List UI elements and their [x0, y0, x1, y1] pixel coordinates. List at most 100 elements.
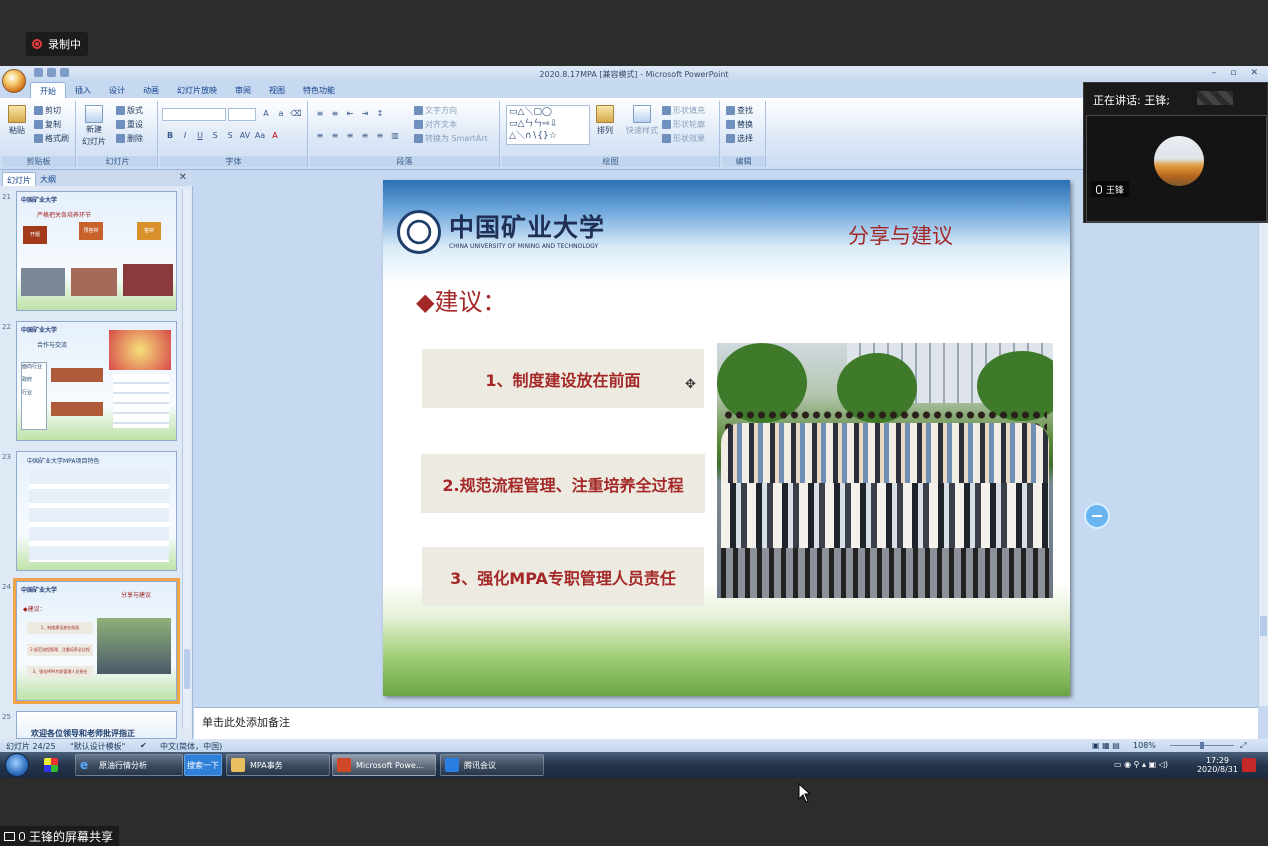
- underline-icon[interactable]: U: [194, 131, 206, 142]
- shapes-gallery[interactable]: ▭△＼▢◯ ▭△ㄣㄣ⇨⇩ △＼∩∖{}☆: [506, 105, 590, 145]
- grow-font-icon[interactable]: A: [260, 109, 272, 120]
- participant-video[interactable]: 王锋: [1086, 115, 1267, 222]
- point-box-2[interactable]: 2.规范流程管理、注重培养全过程: [421, 454, 705, 513]
- close-pane-icon[interactable]: ✕: [179, 172, 187, 183]
- align-text-button[interactable]: 对齐文本: [414, 119, 457, 130]
- point-box-1[interactable]: 1、制度建设放在前面: [422, 349, 704, 408]
- new-slide-button[interactable]: 新建 幻灯片: [82, 105, 106, 147]
- align-right-icon[interactable]: ≡: [344, 131, 356, 142]
- tab-insert[interactable]: 插入: [66, 82, 100, 98]
- find-button[interactable]: 查找: [726, 105, 753, 116]
- tab-design[interactable]: 设计: [100, 82, 134, 98]
- spellcheck-icon[interactable]: ✔: [140, 741, 147, 750]
- layout-button[interactable]: 版式: [116, 105, 143, 116]
- thumbnail-scrollbar[interactable]: [182, 189, 190, 729]
- text-direction-button[interactable]: 文字方向: [414, 105, 457, 116]
- slide-thumbnail-24[interactable]: 中国矿业大学 分享与建议 ◆建议： 1、制度建设放在前面 2.规范流程管理、注重…: [13, 578, 180, 704]
- line-spacing-icon[interactable]: ↕: [374, 109, 386, 120]
- slide-subtitle[interactable]: ◆建议：: [416, 282, 506, 317]
- taskbar-powerpoint[interactable]: Microsoft Powe...: [332, 754, 436, 776]
- recording-indicator[interactable]: 录制中: [26, 32, 88, 56]
- start-button[interactable]: [5, 753, 29, 777]
- app-launcher[interactable]: [40, 754, 68, 776]
- paste-button[interactable]: 粘贴: [8, 105, 26, 136]
- select-button[interactable]: 选择: [726, 133, 753, 144]
- shadow-icon[interactable]: S: [224, 131, 236, 142]
- shape-outline-button[interactable]: 形状轮廓: [662, 119, 705, 130]
- view-buttons[interactable]: ▣ ▦ ▤: [1092, 741, 1120, 750]
- clear-format-icon[interactable]: ⌫: [290, 109, 302, 120]
- bullets-icon[interactable]: ≡: [314, 109, 326, 120]
- tab-animation[interactable]: 动画: [134, 82, 168, 98]
- maximize-icon[interactable]: ▫: [1230, 68, 1236, 78]
- replace-button[interactable]: 替换: [726, 119, 753, 130]
- tab-outline-pane[interactable]: 大纲: [36, 172, 60, 186]
- tab-view[interactable]: 视图: [260, 82, 294, 98]
- shape-effects-button[interactable]: 形状效果: [662, 133, 705, 144]
- slide-thumbnail-22[interactable]: 中国矿业大学 合作与交流 面向行业 政府 行业: [16, 321, 177, 441]
- scroll-thumb[interactable]: [184, 649, 190, 689]
- decrease-indent-icon[interactable]: ⇤: [344, 109, 356, 120]
- tab-slideshow[interactable]: 幻灯片放映: [168, 82, 226, 98]
- char-spacing-icon[interactable]: AV: [239, 131, 251, 142]
- minimize-icon[interactable]: –: [1212, 68, 1217, 78]
- quick-styles-button[interactable]: 快速样式: [626, 105, 658, 136]
- copy-button[interactable]: 复制: [34, 119, 61, 130]
- floating-toolbar-button[interactable]: [1084, 503, 1110, 529]
- tab-home[interactable]: 开始: [30, 82, 66, 98]
- office-button[interactable]: [2, 69, 26, 93]
- format-painter-button[interactable]: 格式刷: [34, 133, 69, 144]
- shape-fill-button[interactable]: 形状填充: [662, 105, 705, 116]
- strikethrough-icon[interactable]: S: [209, 131, 221, 142]
- slide-title[interactable]: 分享与建议: [848, 220, 953, 250]
- thumb-box: 预答辩: [79, 222, 103, 240]
- font-name-input[interactable]: [162, 108, 226, 121]
- slide-thumbnail-23[interactable]: 中国矿业大学MPA项目特色: [16, 451, 177, 571]
- cut-button[interactable]: 剪切: [34, 105, 61, 116]
- notes-pane[interactable]: 单击此处添加备注: [194, 707, 1258, 739]
- arrange-button[interactable]: 排列: [596, 105, 614, 136]
- system-tray-icons[interactable]: ▭ ◉ ⚲ ▴ ▣ ◁): [1114, 760, 1168, 769]
- zoom-knob[interactable]: [1200, 742, 1204, 749]
- outline-icon: [662, 120, 671, 129]
- notification-icon[interactable]: [1242, 758, 1256, 772]
- tab-features[interactable]: 特色功能: [294, 82, 344, 98]
- numbering-icon[interactable]: ≡: [329, 109, 341, 120]
- scroll-thumb[interactable]: [1260, 616, 1267, 636]
- align-center-icon[interactable]: ≡: [329, 131, 341, 142]
- smartart-button[interactable]: 转换为 SmartArt: [414, 133, 488, 144]
- tab-review[interactable]: 审阅: [226, 82, 260, 98]
- distribute-icon[interactable]: ≡: [374, 131, 386, 142]
- align-left-icon[interactable]: ≡: [314, 131, 326, 142]
- shrink-font-icon[interactable]: a: [275, 109, 287, 120]
- group-photo[interactable]: [717, 343, 1053, 598]
- current-slide[interactable]: 中国矿业大学 CHINA UNIVERSITY OF MINING AND TE…: [383, 180, 1070, 696]
- tab-slides-pane[interactable]: 幻灯片: [2, 172, 36, 186]
- arrange-icon: [596, 105, 614, 123]
- slide-thumbnail-25[interactable]: 欢迎各位领导和老师批评指正: [16, 711, 177, 739]
- increase-indent-icon[interactable]: ⇥: [359, 109, 371, 120]
- delete-slide-button[interactable]: 删除: [116, 133, 143, 144]
- taskbar-ie[interactable]: e 原油行情分析: [75, 754, 183, 776]
- clock[interactable]: 17:29 2020/8/31: [1197, 756, 1238, 774]
- change-case-icon[interactable]: Aa: [254, 131, 266, 142]
- reset-button[interactable]: 重设: [116, 119, 143, 130]
- slide-scrollbar[interactable]: [1258, 171, 1268, 706]
- video-call-panel: 正在讲话: 王锋; 王锋: [1083, 82, 1268, 223]
- layout-icon: [116, 106, 125, 115]
- fit-window-icon[interactable]: ⤢: [1240, 741, 1246, 751]
- justify-icon[interactable]: ≡: [359, 131, 371, 142]
- point-box-3[interactable]: 3、强化MPA专职管理人员责任: [422, 547, 704, 606]
- search-button[interactable]: 搜索一下: [184, 754, 222, 776]
- bold-icon[interactable]: B: [164, 131, 176, 142]
- screen-share-label[interactable]: 王锋的屏幕共享: [0, 826, 120, 846]
- columns-icon[interactable]: ▥: [389, 131, 401, 142]
- taskbar-folder[interactable]: MPA事务: [226, 754, 330, 776]
- close-icon[interactable]: ✕: [1250, 68, 1258, 78]
- font-color-icon[interactable]: A: [269, 131, 281, 142]
- taskbar-meeting[interactable]: 腾讯会议: [440, 754, 544, 776]
- slide-thumbnail-21[interactable]: 中国矿业大学 严格把关各培养环节 开题 预答辩 答辩: [16, 191, 177, 311]
- zoom-level[interactable]: 108%: [1133, 741, 1156, 750]
- italic-icon[interactable]: I: [179, 131, 191, 142]
- font-size-input[interactable]: [228, 108, 256, 121]
